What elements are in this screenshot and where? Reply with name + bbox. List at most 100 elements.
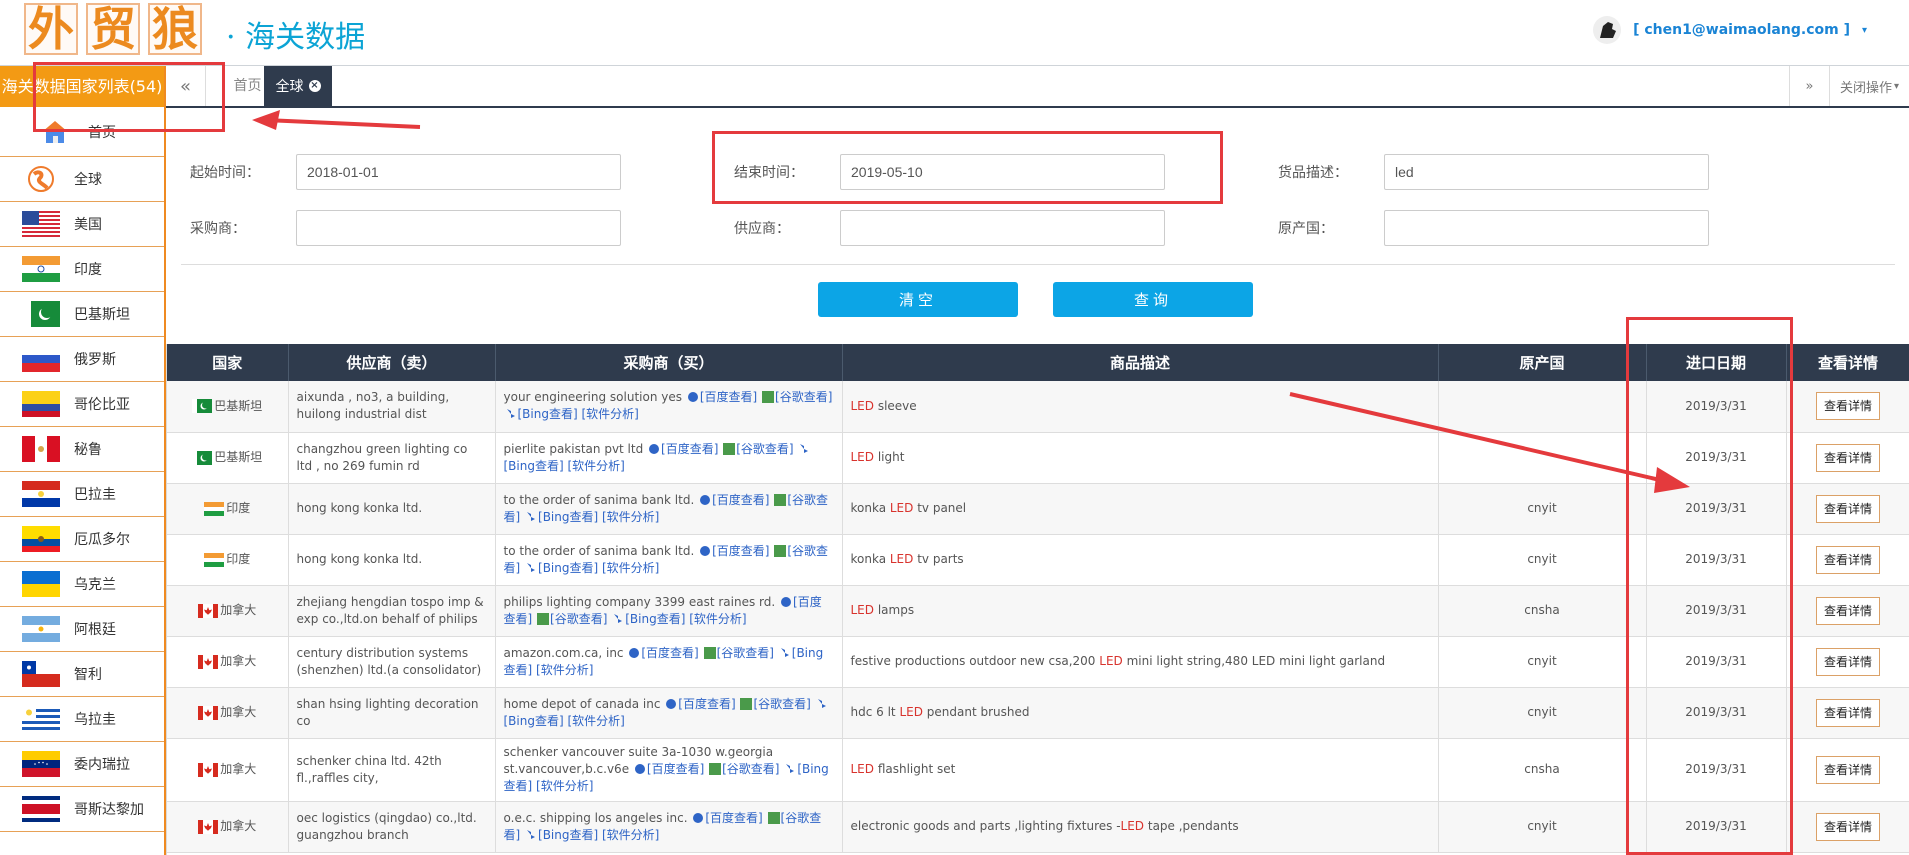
sidebar-item-7[interactable]: 巴拉圭 <box>0 472 164 517</box>
origin-input[interactable] <box>1384 210 1709 246</box>
flag-india-icon <box>22 256 60 282</box>
tab-scroll-left-button[interactable]: « <box>166 66 206 106</box>
goods-desc-input[interactable] <box>1384 154 1709 190</box>
sidebar-item-14[interactable]: 哥斯达黎加 <box>0 787 164 832</box>
table-header: 国家 供应商（卖） 采购商（买） 商品描述 原产国 进口日期 查看详情 <box>167 344 1909 381</box>
baidu-view-link[interactable]: [百度查看] <box>647 762 704 776</box>
software-analysis-link[interactable]: [软件分析] <box>536 663 593 677</box>
buyer-input[interactable] <box>296 210 621 246</box>
sidebar-item-0[interactable]: 全球 <box>0 157 164 202</box>
description-cell: konka LED tv panel <box>842 483 1439 535</box>
baidu-view-link[interactable]: [百度查看] <box>700 390 757 404</box>
sidebar-item-4[interactable]: 俄罗斯 <box>0 337 164 382</box>
search-button[interactable]: 查询 <box>1053 282 1253 317</box>
software-analysis-link[interactable]: [软件分析] <box>602 561 659 575</box>
google-search-icon <box>762 391 775 404</box>
table-row: 加拿大 shan hsing lighting decoration co home… <box>167 687 1909 739</box>
view-details-button[interactable]: 查看详情 <box>1816 443 1880 472</box>
description-cell: LED sleeve <box>842 381 1439 433</box>
view-details-button[interactable]: 查看详情 <box>1816 698 1880 727</box>
country-name: 印度 <box>226 552 251 566</box>
baidu-view-link[interactable]: [百度查看] <box>641 646 698 660</box>
bing-view-link[interactable]: [Bing查看] <box>504 459 564 473</box>
software-analysis-link[interactable]: [软件分析] <box>602 510 659 524</box>
sidebar-item-10[interactable]: 阿根廷 <box>0 607 164 652</box>
baidu-view-link[interactable]: [百度查看] <box>661 442 718 456</box>
view-details-button[interactable]: 查看详情 <box>1816 392 1880 421</box>
supplier-cell: hong kong konka ltd. <box>288 534 496 586</box>
sidebar-item-12[interactable]: 乌拉圭 <box>0 697 164 742</box>
view-details-button[interactable]: 查看详情 <box>1816 755 1880 784</box>
view-details-button[interactable]: 查看详情 <box>1816 545 1880 574</box>
import-date-cell: 2019/3/31 <box>1646 534 1787 586</box>
software-analysis-link[interactable]: [软件分析] <box>536 779 593 793</box>
description-led-highlight: LED <box>1099 654 1123 668</box>
close-operations-menu[interactable]: 关闭操作 ▾ <box>1829 66 1909 106</box>
sidebar-item-3[interactable]: 巴基斯坦 <box>0 292 164 337</box>
flag-pakistan-icon <box>22 301 60 327</box>
google-view-link[interactable]: [谷歌查看] <box>722 762 779 776</box>
table-row: 加拿大 oec logistics (qingdao) co.,ltd. guan… <box>167 801 1909 853</box>
description-cell: konka LED tv parts <box>842 534 1439 586</box>
software-analysis-link[interactable]: [软件分析] <box>581 407 638 421</box>
sidebar-item-9[interactable]: 乌克兰 <box>0 562 164 607</box>
clear-button[interactable]: 清空 <box>818 282 1018 317</box>
buyer-cell: your engineering solution yes [百度查看] [谷歌… <box>495 381 843 433</box>
view-details-button[interactable]: 查看详情 <box>1816 494 1880 523</box>
tab-scroll-right-button[interactable]: » <box>1789 66 1829 106</box>
google-view-link[interactable]: [谷歌查看] <box>753 697 810 711</box>
user-menu[interactable]: [ chen1@waimaolang.com ] ▾ <box>1593 16 1867 44</box>
bing-view-link[interactable]: [Bing查看] <box>538 510 598 524</box>
flag-pakistan-icon <box>192 450 213 465</box>
bing-view-link[interactable]: [Bing查看] <box>538 828 598 842</box>
software-analysis-link[interactable]: [软件分析] <box>602 828 659 842</box>
sidebar-item-home[interactable]: 首页 <box>0 107 164 157</box>
baidu-view-link[interactable]: [百度查看] <box>712 493 769 507</box>
google-view-link[interactable]: [谷歌查看] <box>736 442 793 456</box>
sidebar-item-8[interactable]: 厄瓜多尔 <box>0 517 164 562</box>
supplier-cell: aixunda , no3, a building, huilong indus… <box>288 381 496 433</box>
results-table: 国家 供应商（卖） 采购商（买） 商品描述 原产国 进口日期 查看详情 巴基斯坦… <box>167 344 1909 853</box>
bing-view-link[interactable]: [Bing查看] <box>538 561 598 575</box>
sidebar-item-6[interactable]: 秘鲁 <box>0 427 164 472</box>
bing-view-link[interactable]: [Bing查看] <box>625 612 685 626</box>
view-details-button[interactable]: 查看详情 <box>1816 647 1880 676</box>
sidebar-item-1[interactable]: 美国 <box>0 202 164 247</box>
sidebar-item-11[interactable]: 智利 <box>0 652 164 697</box>
baidu-view-link[interactable]: [百度查看] <box>705 811 762 825</box>
sidebar-item-13[interactable]: 委内瑞拉 <box>0 742 164 787</box>
supplier-input[interactable] <box>840 210 1165 246</box>
view-details-button[interactable]: 查看详情 <box>1816 812 1880 841</box>
description-post: lamps <box>874 603 915 617</box>
details-cell: 查看详情 <box>1786 483 1909 535</box>
close-icon[interactable]: × <box>308 80 321 92</box>
baidu-view-link[interactable]: [百度查看] <box>712 544 769 558</box>
sidebar-item-2[interactable]: 印度 <box>0 247 164 292</box>
start-time-input[interactable] <box>296 154 621 190</box>
tab-global[interactable]: 全球 × <box>264 66 332 106</box>
import-date-cell: 2019/3/31 <box>1646 381 1787 433</box>
buyer-cell: philips lighting company 3399 east raine… <box>495 585 843 637</box>
flag-usa-icon <box>22 211 60 237</box>
end-time-label: 结束时间： <box>734 165 804 181</box>
sidebar-item-5[interactable]: 哥伦比亚 <box>0 382 164 427</box>
google-view-link[interactable]: [谷歌查看] <box>775 390 832 404</box>
end-time-input[interactable] <box>840 154 1165 190</box>
sidebar-item-label: 智利 <box>74 667 102 683</box>
view-details-button[interactable]: 查看详情 <box>1816 596 1880 625</box>
buyer-name: amazon.com.ca, inc <box>503 645 624 660</box>
software-analysis-link[interactable]: [软件分析] <box>567 459 624 473</box>
table-row: 加拿大 zhejiang hengdian tospo imp & exp co.… <box>167 585 1909 637</box>
bing-icon <box>527 511 536 521</box>
software-analysis-link[interactable]: [软件分析] <box>689 612 746 626</box>
user-email: [ chen1@waimaolang.com ] <box>1633 22 1850 38</box>
google-view-link[interactable]: [谷歌查看] <box>717 646 774 660</box>
bing-view-link[interactable]: [Bing查看] <box>504 714 564 728</box>
buyer-cell: to the order of sanima bank ltd. [百度查看] … <box>495 483 843 535</box>
bing-view-link[interactable]: [Bing查看] <box>518 407 578 421</box>
software-analysis-link[interactable]: [软件分析] <box>567 714 624 728</box>
baidu-view-link[interactable]: [百度查看] <box>678 697 735 711</box>
google-view-link[interactable]: [谷歌查看] <box>550 612 607 626</box>
buyer-name: to the order of sanima bank ltd. <box>503 492 695 507</box>
description-post: tv panel <box>913 501 967 515</box>
